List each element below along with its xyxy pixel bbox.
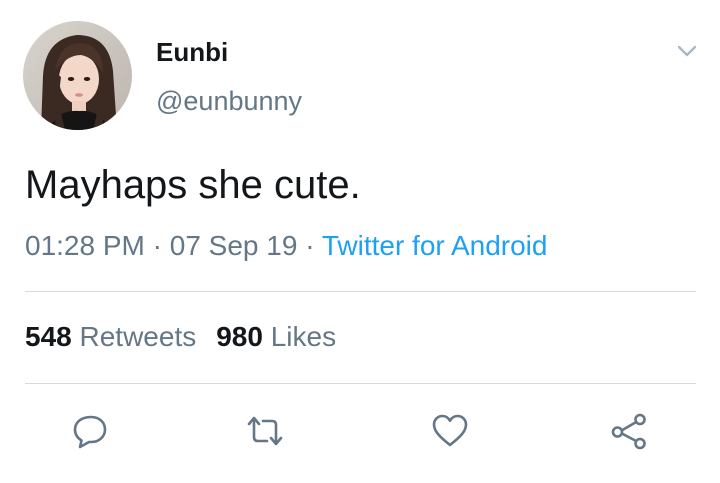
meta-separator: · (144, 230, 170, 261)
heart-icon (432, 414, 468, 447)
retweets-label: Retweets (79, 321, 197, 352)
avatar[interactable] (23, 21, 132, 130)
reply-button[interactable] (70, 411, 110, 451)
like-button[interactable] (430, 411, 470, 451)
tweet-time: 01:28 PM (25, 230, 145, 261)
tweet-source-link[interactable]: Twitter for Android (322, 230, 548, 261)
tweet-text: Mayhaps she cute. (25, 163, 361, 207)
likes-count: 980 (216, 321, 263, 352)
divider (25, 291, 696, 292)
retweets-stat[interactable]: 548 Retweets (25, 321, 196, 353)
retweet-arrows-icon (247, 416, 283, 446)
retweet-button[interactable] (245, 411, 285, 451)
user-handle[interactable]: @eunbunny (156, 86, 302, 117)
likes-label: Likes (270, 321, 337, 352)
profile-photo (23, 21, 132, 130)
retweets-count: 548 (25, 321, 72, 352)
tweet-card: Eunbi @eunbunny Mayhaps she cute. 01:28 … (0, 0, 720, 483)
display-name[interactable]: Eunbi (156, 37, 228, 68)
tweet-menu-button[interactable] (674, 40, 700, 62)
tweet-date: 07 Sep 19 (169, 230, 298, 261)
tweet-meta: 01:28 PM · 07 Sep 19 · Twitter for Andro… (25, 230, 547, 262)
share-nodes-icon (611, 413, 646, 450)
share-button[interactable] (609, 411, 649, 451)
speech-bubble-icon (73, 415, 107, 449)
tweet-stats: 548 Retweets 980 Likes (25, 321, 336, 353)
meta-separator: · (297, 230, 322, 261)
likes-stat[interactable]: 980 Likes (216, 321, 336, 353)
chevron-down-icon (677, 45, 697, 57)
divider (25, 383, 696, 384)
